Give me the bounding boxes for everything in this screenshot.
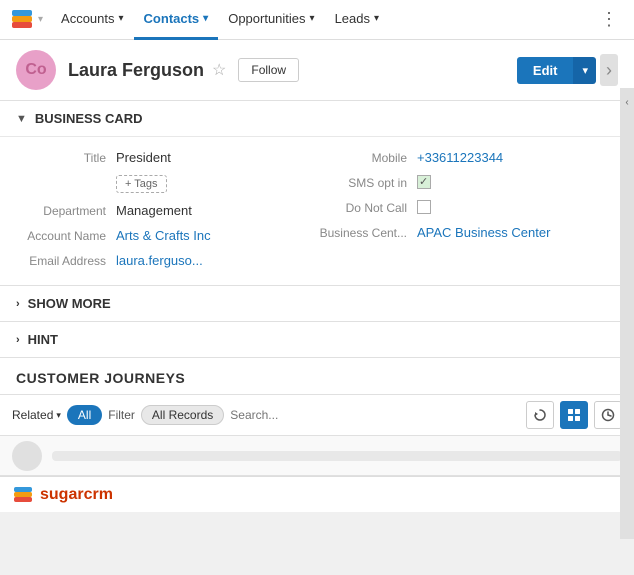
avatar: Co xyxy=(16,50,56,90)
show-more-chevron: › xyxy=(16,298,20,310)
app-container: ▾ Accounts ▾ Contacts ▾ Opportunities ▾ … xyxy=(0,0,634,575)
value-department: Management xyxy=(116,203,192,218)
grid-icon xyxy=(567,408,581,422)
hint-section[interactable]: › HINT xyxy=(0,322,634,358)
all-pill[interactable]: All xyxy=(67,405,102,425)
list-item-content xyxy=(52,451,622,461)
clock-icon xyxy=(601,408,615,422)
field-account-name: Account Name Arts & Crafts Inc xyxy=(16,223,317,248)
related-label: Related xyxy=(12,408,53,422)
field-title: Title President xyxy=(16,145,317,170)
sugarcrm-logo-text: sugarcrm xyxy=(40,486,113,504)
value-account-name[interactable]: Arts & Crafts Inc xyxy=(116,228,211,243)
field-sms-opt-in: SMS opt in xyxy=(317,170,618,195)
refresh-icon xyxy=(533,408,547,422)
business-card-section: ▼ BUSINESS CARD Title President + Tags xyxy=(0,101,634,286)
scroll-area[interactable]: ▼ BUSINESS CARD Title President + Tags xyxy=(0,101,634,476)
right-panel-toggle[interactable]: ‹ xyxy=(620,92,634,112)
customer-journeys-header: CUSTOMER JOURNEYS xyxy=(0,358,634,395)
footer: sugarcrm xyxy=(0,476,634,512)
nav-leads[interactable]: Leads ▾ xyxy=(325,0,389,40)
right-panel-indicator: ‹ xyxy=(620,88,634,539)
search-input[interactable] xyxy=(230,408,520,422)
related-dropdown-arrow: ▾ xyxy=(56,410,61,421)
fields-left: Title President + Tags Department Manage… xyxy=(16,145,317,273)
edit-dropdown-button[interactable]: ▾ xyxy=(573,57,596,84)
field-business-center: Business Cent... APAC Business Center xyxy=(317,220,618,245)
all-records-pill[interactable]: All Records xyxy=(141,405,224,425)
sugarcrm-logo: sugarcrm xyxy=(12,484,113,506)
sms-opt-in-checkbox[interactable] xyxy=(417,175,431,189)
edit-button[interactable]: Edit xyxy=(517,57,574,84)
business-card-fields: Title President + Tags Department Manage… xyxy=(0,137,634,285)
leads-arrow: ▾ xyxy=(374,13,379,24)
label-department: Department xyxy=(16,203,106,218)
hint-label: HINT xyxy=(28,332,58,347)
follow-button[interactable]: Follow xyxy=(238,58,299,82)
clock-button[interactable] xyxy=(594,401,622,429)
show-more-section[interactable]: › SHOW MORE xyxy=(0,286,634,322)
nav-accounts[interactable]: Accounts ▾ xyxy=(51,0,134,40)
label-email: Email Address xyxy=(16,253,106,268)
hint-chevron: › xyxy=(16,334,20,346)
list-item-avatar xyxy=(12,441,42,471)
favorite-star-icon[interactable]: ☆ xyxy=(212,60,226,80)
list-item xyxy=(0,436,634,476)
tags-button[interactable]: + Tags xyxy=(116,175,167,193)
accounts-arrow: ▾ xyxy=(119,13,124,24)
logo-area[interactable]: ▾ xyxy=(8,6,43,34)
contact-header: Co Laura Ferguson ☆ Follow Edit ▾ › xyxy=(0,40,634,101)
panel-expand-button[interactable]: › xyxy=(600,54,618,86)
sugarcrm-logo-icon xyxy=(12,484,34,506)
grid-view-button[interactable] xyxy=(560,401,588,429)
nav-more-button[interactable]: ⋮ xyxy=(592,9,626,30)
app-logo xyxy=(8,6,36,34)
contacts-arrow: ▾ xyxy=(203,13,208,24)
field-mobile: Mobile +33611223344 xyxy=(317,145,618,170)
top-nav: ▾ Accounts ▾ Contacts ▾ Opportunities ▾ … xyxy=(0,0,634,40)
label-mobile: Mobile xyxy=(317,150,407,165)
field-email: Email Address laura.ferguso... xyxy=(16,248,317,273)
business-card-title: BUSINESS CARD xyxy=(35,111,143,126)
value-email[interactable]: laura.ferguso... xyxy=(116,253,203,268)
contact-name: Laura Ferguson xyxy=(68,60,204,81)
label-business-center: Business Cent... xyxy=(317,225,407,240)
opportunities-arrow: ▾ xyxy=(310,13,315,24)
label-sms-opt-in: SMS opt in xyxy=(317,175,407,190)
label-do-not-call: Do Not Call xyxy=(317,200,407,215)
filter-icons xyxy=(526,401,622,429)
field-department: Department Management xyxy=(16,198,317,223)
value-business-center[interactable]: APAC Business Center xyxy=(417,225,550,240)
label-title: Title xyxy=(16,150,106,165)
related-dropdown[interactable]: Related ▾ xyxy=(12,408,61,422)
filter-label: Filter xyxy=(108,408,135,422)
label-account-name: Account Name xyxy=(16,228,106,243)
business-card-header[interactable]: ▼ BUSINESS CARD xyxy=(0,101,634,137)
field-do-not-call: Do Not Call xyxy=(317,195,618,220)
value-mobile[interactable]: +33611223344 xyxy=(417,150,503,165)
do-not-call-checkbox[interactable] xyxy=(417,200,431,214)
customer-journeys-title: CUSTOMER JOURNEYS xyxy=(16,370,185,386)
refresh-button[interactable] xyxy=(526,401,554,429)
logo-dropdown-arrow[interactable]: ▾ xyxy=(38,14,43,25)
filter-bar: Related ▾ All Filter All Records xyxy=(0,395,634,436)
edit-button-group: Edit ▾ xyxy=(517,57,596,84)
field-tags: + Tags xyxy=(16,170,317,198)
business-card-chevron: ▼ xyxy=(16,113,27,125)
label-tags xyxy=(16,175,106,176)
nav-opportunities[interactable]: Opportunities ▾ xyxy=(218,0,324,40)
nav-contacts[interactable]: Contacts ▾ xyxy=(134,0,219,40)
show-more-label: SHOW MORE xyxy=(28,296,111,311)
fields-right: Mobile +33611223344 SMS opt in Do Not Ca… xyxy=(317,145,618,273)
value-title: President xyxy=(116,150,171,165)
